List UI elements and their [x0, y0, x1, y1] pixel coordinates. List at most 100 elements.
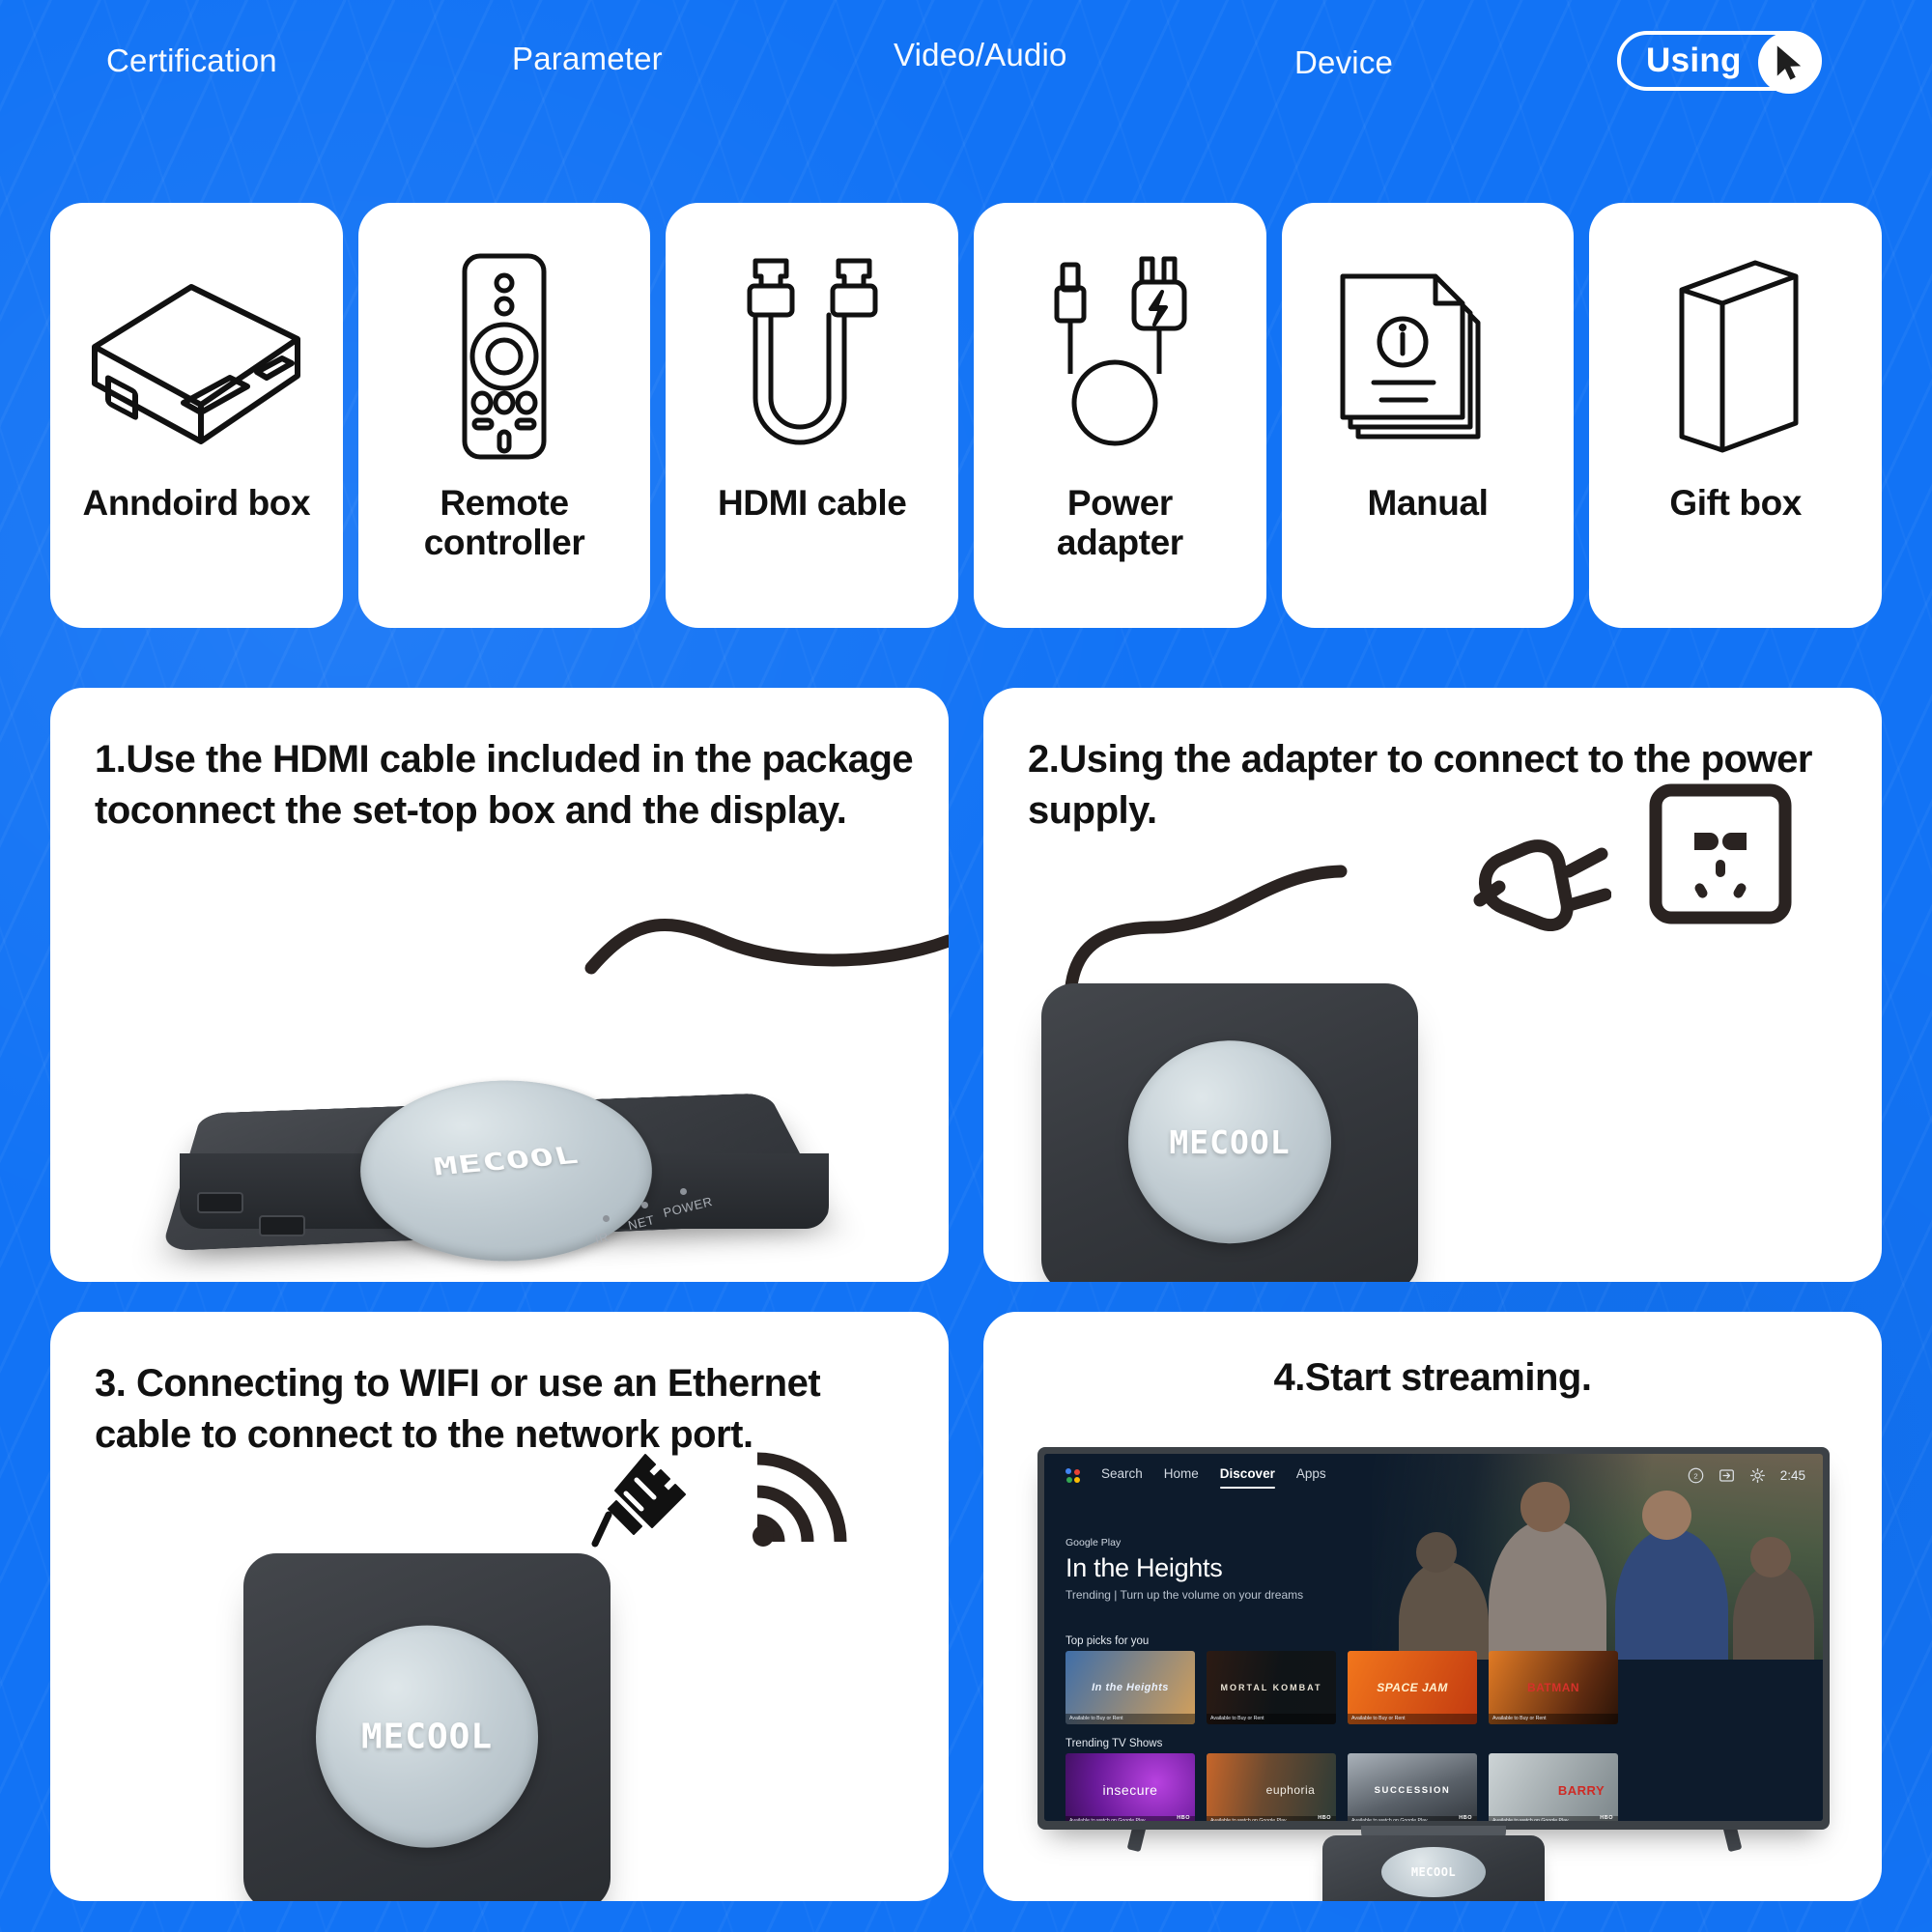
- tv-tile-name: BATMAN: [1526, 1681, 1580, 1694]
- tv-row-title-top-picks: Top picks for you: [1065, 1635, 1150, 1647]
- step-1-text: 1.Use the HDMI cable included in the pac…: [95, 738, 914, 833]
- android-tv-box-icon: [75, 236, 317, 477]
- nav-tab-certification[interactable]: Certification: [106, 43, 277, 79]
- hdmi-cable-icon: [721, 236, 904, 477]
- mecool-disc: MECOOL: [1381, 1847, 1486, 1897]
- tv-tab-discover[interactable]: Discover: [1219, 1466, 1275, 1489]
- accessory-card-manual[interactable]: Manual: [1281, 203, 1575, 628]
- television-illustration: Search Home Discover Apps 2 2:45 Google …: [1037, 1447, 1830, 1901]
- cast-icon[interactable]: [1719, 1467, 1735, 1484]
- step-panel-1: 1.Use the HDMI cable included in the pac…: [50, 688, 949, 1282]
- mecool-device-illustration: MECOOL: [1322, 1835, 1545, 1901]
- manual-documents-icon: [1331, 236, 1524, 477]
- cursor-arrow-icon: [1758, 32, 1820, 94]
- accessory-card-power-adapter[interactable]: Power adapter: [974, 203, 1266, 628]
- tv-row-top-picks: In the Heights Available to Buy or Rent …: [1065, 1651, 1618, 1724]
- page-root: Certification Parameter Video/Audio Devi…: [0, 0, 1932, 1932]
- ethernet-plug-icon: [591, 1447, 697, 1553]
- notification-count-icon[interactable]: 2: [1688, 1467, 1704, 1484]
- accessory-label: HDMI cable: [717, 483, 907, 523]
- tv-tab-apps[interactable]: Apps: [1296, 1466, 1326, 1485]
- step-panel-2: 2.Using the adapter to connect to the po…: [983, 688, 1882, 1282]
- tv-clock: 2:45: [1779, 1467, 1805, 1483]
- hero-title: In the Heights: [1065, 1553, 1223, 1582]
- tv-tile-name: SPACE JAM: [1377, 1681, 1448, 1694]
- accessory-card-android-box[interactable]: Anndoird box: [50, 203, 343, 628]
- accessory-label: Remote controller: [423, 483, 585, 563]
- tv-tile-caption: Available to Buy or Rent: [1065, 1713, 1195, 1724]
- mecool-logo: MECOOL: [1410, 1865, 1457, 1879]
- power-indicator-led: [680, 1188, 687, 1195]
- tv-tile-caption: Available to Buy or Rent: [1207, 1713, 1336, 1724]
- mecool-logo: MECOOL: [360, 1717, 494, 1757]
- nav-tab-parameter[interactable]: Parameter: [512, 41, 663, 77]
- tv-tile-caption: Available to watch on Google Play: [1489, 1815, 1618, 1821]
- tv-tile-name: MORTAL KOMBAT: [1220, 1683, 1322, 1692]
- tv-screen: Search Home Discover Apps 2 2:45 Google …: [1044, 1454, 1823, 1821]
- remote-controller-icon: [432, 236, 577, 477]
- tv-tile[interactable]: In the Heights Available to Buy or Rent: [1065, 1651, 1195, 1724]
- mecool-logo: MECOOL: [431, 1142, 582, 1181]
- usb-port: [259, 1215, 305, 1236]
- accessories-row: Anndoird box Remote controller HDMI cabl…: [50, 203, 1883, 628]
- tv-tab-search[interactable]: Search: [1101, 1466, 1143, 1485]
- google-assistant-icon[interactable]: [1065, 1467, 1080, 1483]
- accessory-card-gift-box[interactable]: Gift box: [1589, 203, 1883, 628]
- tv-tile-caption: Available to Buy or Rent: [1348, 1713, 1477, 1724]
- tv-tile-caption: Available to Buy or Rent: [1489, 1713, 1618, 1724]
- mecool-logo: MECOOL: [1169, 1122, 1291, 1161]
- step-panel-4: 4.Start streaming. Search Home Discover …: [983, 1312, 1882, 1901]
- ir-indicator-led: [603, 1215, 610, 1222]
- power-adapter-icon: [1028, 236, 1211, 477]
- tv-tile-name: SUCCESSION: [1374, 1784, 1451, 1796]
- accessory-card-hdmi[interactable]: HDMI cable: [666, 203, 959, 628]
- power-cable-illustration: [1064, 865, 1348, 1004]
- tv-tile-badge: HBO: [1177, 1815, 1190, 1821]
- tv-tile[interactable]: BATMAN Available to Buy or Rent: [1489, 1651, 1618, 1724]
- tv-tile-badge: HBO: [1459, 1815, 1472, 1821]
- mecool-device-illustration: MECOOL: [243, 1553, 611, 1901]
- usb-port: [197, 1192, 243, 1213]
- mecool-device-illustration: MECOOL: [1041, 983, 1418, 1282]
- accessory-label: Gift box: [1669, 483, 1802, 523]
- tv-tile[interactable]: SPACE JAM Available to Buy or Rent: [1348, 1651, 1477, 1724]
- nav-tab-using-active[interactable]: Using: [1617, 31, 1822, 94]
- nav-tab-video-audio[interactable]: Video/Audio: [894, 37, 1067, 73]
- tv-tab-home[interactable]: Home: [1164, 1466, 1199, 1485]
- mecool-device-illustration: MECOOL IR NET POWER: [160, 978, 842, 1277]
- tv-tile-badge: HBO: [1600, 1815, 1613, 1821]
- power-plug-icon: [1466, 825, 1611, 931]
- gear-icon[interactable]: [1749, 1467, 1766, 1484]
- tv-tile-name: euphoria: [1265, 1783, 1316, 1797]
- nav-tab-using-label: Using: [1646, 42, 1742, 79]
- tv-tile-name: In the Heights: [1092, 1682, 1169, 1693]
- accessory-label: Power adapter: [1056, 483, 1183, 563]
- top-navigation: Certification Parameter Video/Audio Devi…: [0, 0, 1932, 124]
- tv-frame: Search Home Discover Apps 2 2:45 Google …: [1037, 1447, 1830, 1830]
- tv-tile-name: insecure: [1102, 1782, 1158, 1798]
- tv-tile-name: BARRY: [1557, 1782, 1605, 1798]
- accessory-card-remote[interactable]: Remote controller: [357, 203, 651, 628]
- wifi-signal-icon: [744, 1445, 850, 1551]
- tv-tile-caption: Available to watch on Google Play: [1207, 1815, 1336, 1821]
- tv-top-navigation: Search Home Discover Apps 2 2:45: [1044, 1454, 1823, 1496]
- hero-brand: Google Play: [1065, 1537, 1122, 1548]
- tv-tile[interactable]: euphoria HBO Available to watch on Googl…: [1207, 1753, 1336, 1821]
- tv-tile-caption: Available to watch on Google Play: [1065, 1815, 1195, 1821]
- tv-tile[interactable]: BARRY HBO Available to watch on Google P…: [1489, 1753, 1618, 1821]
- tv-tile-badge: HBO: [1318, 1815, 1331, 1821]
- gift-box-icon: [1649, 236, 1823, 477]
- accessory-label: Manual: [1367, 483, 1489, 523]
- tv-tile[interactable]: insecure HBO Available to watch on Googl…: [1065, 1753, 1195, 1821]
- hero-subtitle: Trending | Turn up the volume on your dr…: [1065, 1588, 1304, 1602]
- step-4-text: 4.Start streaming.: [1273, 1356, 1592, 1399]
- tv-hero-text: Google Play In the Heights Trending | Tu…: [1065, 1537, 1303, 1602]
- accessory-label: Anndoird box: [82, 483, 311, 523]
- svg-text:2: 2: [1693, 1471, 1697, 1480]
- nav-tab-device[interactable]: Device: [1294, 44, 1393, 81]
- net-indicator-led: [641, 1202, 648, 1208]
- tv-tile[interactable]: SUCCESSION HBO Available to watch on Goo…: [1348, 1753, 1477, 1821]
- tv-tile[interactable]: MORTAL KOMBAT Available to Buy or Rent: [1207, 1651, 1336, 1724]
- tv-row-title-trending: Trending TV Shows: [1065, 1738, 1163, 1749]
- tv-tile-caption: Available to watch on Google Play: [1348, 1815, 1477, 1821]
